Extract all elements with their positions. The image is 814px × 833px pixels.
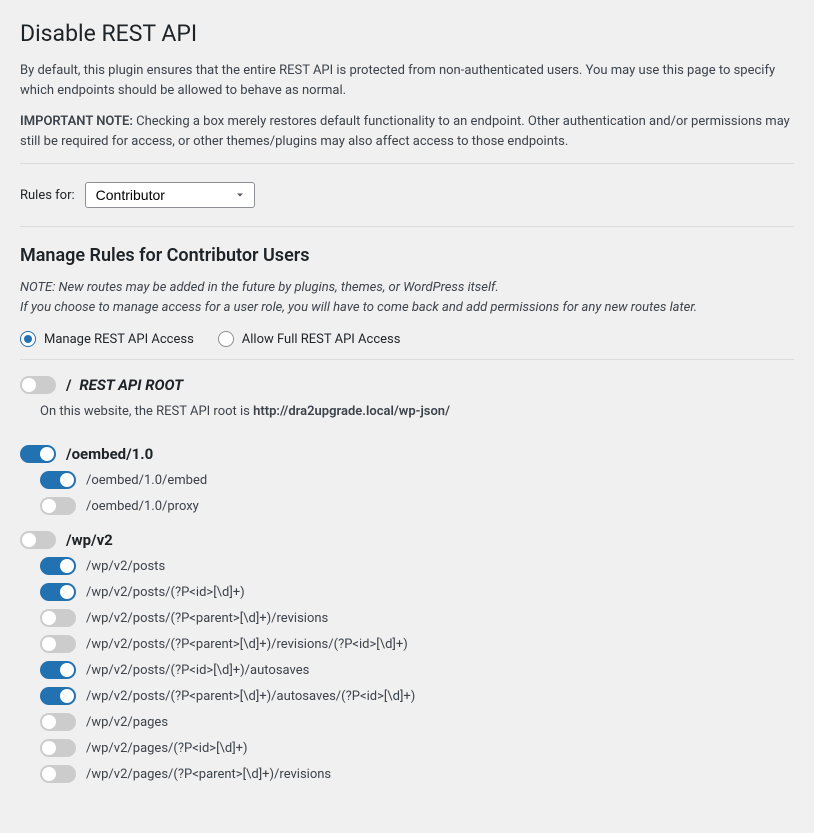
route-row: /wp/v2/pages/(?P<parent>[\d]+)/revisions: [40, 761, 794, 787]
route-oembed-label: /oembed/1.0: [66, 445, 153, 463]
route-row: /wp/v2/posts/(?P<parent>[\d]+)/revisions: [40, 605, 794, 631]
divider: [20, 359, 794, 360]
access-mode-radios: Manage REST API Access Allow Full REST A…: [20, 331, 794, 347]
role-select[interactable]: Contributor: [85, 182, 255, 208]
section-title: Manage Rules for Contributor Users: [20, 245, 794, 266]
note-line1: NOTE: New routes may be added in the fut…: [20, 280, 499, 295]
route-label: /wp/v2/posts/(?P<parent>[\d]+)/revisions: [86, 611, 328, 626]
rules-for-row: Rules for: Contributor: [20, 176, 794, 214]
root-note-url: http://dra2upgrade.local/wp-json/: [253, 404, 450, 419]
intro-text: By default, this plugin ensures that the…: [20, 61, 794, 100]
radio-icon: [218, 331, 234, 347]
route-row: /wp/v2/posts/(?P<id>[\d]+): [40, 579, 794, 605]
toggle-root[interactable]: [20, 376, 56, 394]
important-note-text: Checking a box merely restores default f…: [20, 114, 790, 149]
route-label: /wp/v2/pages/(?P<parent>[\d]+)/revisions: [86, 767, 331, 782]
rules-for-label: Rules for:: [20, 188, 75, 203]
divider: [20, 226, 794, 227]
toggle-posts-autosaves-id[interactable]: [40, 687, 76, 705]
toggle-pages[interactable]: [40, 713, 76, 731]
route-row: /wp/v2/posts: [40, 553, 794, 579]
radio-icon: [20, 331, 36, 347]
radio-allow-full[interactable]: Allow Full REST API Access: [218, 331, 401, 347]
toggle-posts-id[interactable]: [40, 583, 76, 601]
note-line2: If you choose to manage access for a use…: [20, 300, 697, 315]
route-row: /oembed/1.0/proxy: [40, 493, 794, 519]
route-row: /wp/v2/posts/(?P<parent>[\d]+)/autosaves…: [40, 683, 794, 709]
toggle-posts-autosaves[interactable]: [40, 661, 76, 679]
root-note-prefix: On this website, the REST API root is: [40, 404, 253, 419]
root-desc: REST API ROOT: [79, 376, 183, 394]
route-label: /wp/v2/posts/(?P<id>[\d]+): [86, 585, 245, 600]
route-row: /wp/v2/pages/(?P<id>[\d]+): [40, 735, 794, 761]
root-slash: /: [66, 376, 72, 394]
toggle-posts[interactable]: [40, 557, 76, 575]
route-group-oembed: /oembed/1.0: [20, 441, 794, 467]
page-title: Disable REST API: [20, 20, 794, 47]
route-label: /wp/v2/pages: [86, 715, 168, 730]
important-note: IMPORTANT NOTE: Checking a box merely re…: [20, 112, 794, 151]
route-row: /wp/v2/posts/(?P<id>[\d]+)/autosaves: [40, 657, 794, 683]
divider: [20, 163, 794, 164]
route-label: /wp/v2/posts: [86, 559, 165, 574]
toggle-oembed[interactable]: [20, 445, 56, 463]
toggle-pages-id[interactable]: [40, 739, 76, 757]
route-row: /wp/v2/pages: [40, 709, 794, 735]
important-note-label: IMPORTANT NOTE:: [20, 114, 133, 129]
toggle-posts-revisions-id[interactable]: [40, 635, 76, 653]
route-label: /wp/v2/posts/(?P<parent>[\d]+)/revisions…: [86, 637, 408, 652]
toggle-oembed-embed[interactable]: [40, 471, 76, 489]
route-row: /wp/v2/posts/(?P<parent>[\d]+)/revisions…: [40, 631, 794, 657]
toggle-oembed-proxy[interactable]: [40, 497, 76, 515]
route-label: /wp/v2/pages/(?P<id>[\d]+): [86, 741, 248, 756]
route-label: /wp/v2/posts/(?P<parent>[\d]+)/autosaves…: [86, 689, 415, 704]
route-label: /wp/v2/posts/(?P<id>[\d]+)/autosaves: [86, 663, 309, 678]
route-root: / REST API ROOT: [20, 372, 794, 398]
route-label: /oembed/1.0/proxy: [86, 499, 199, 514]
route-root-label: / REST API ROOT: [66, 376, 183, 394]
radio-manage-access[interactable]: Manage REST API Access: [20, 331, 194, 347]
routes-note: NOTE: New routes may be added in the fut…: [20, 278, 794, 317]
toggle-posts-revisions[interactable]: [40, 609, 76, 627]
root-url-note: On this website, the REST API root is ht…: [40, 398, 794, 433]
toggle-pages-revisions[interactable]: [40, 765, 76, 783]
route-group-wpv2: /wp/v2: [20, 527, 794, 553]
route-label: /oembed/1.0/embed: [86, 473, 207, 488]
route-row: /oembed/1.0/embed: [40, 467, 794, 493]
radio-allow-label: Allow Full REST API Access: [242, 332, 401, 347]
toggle-wpv2[interactable]: [20, 531, 56, 549]
route-wpv2-label: /wp/v2: [66, 531, 113, 549]
radio-manage-label: Manage REST API Access: [44, 332, 194, 347]
